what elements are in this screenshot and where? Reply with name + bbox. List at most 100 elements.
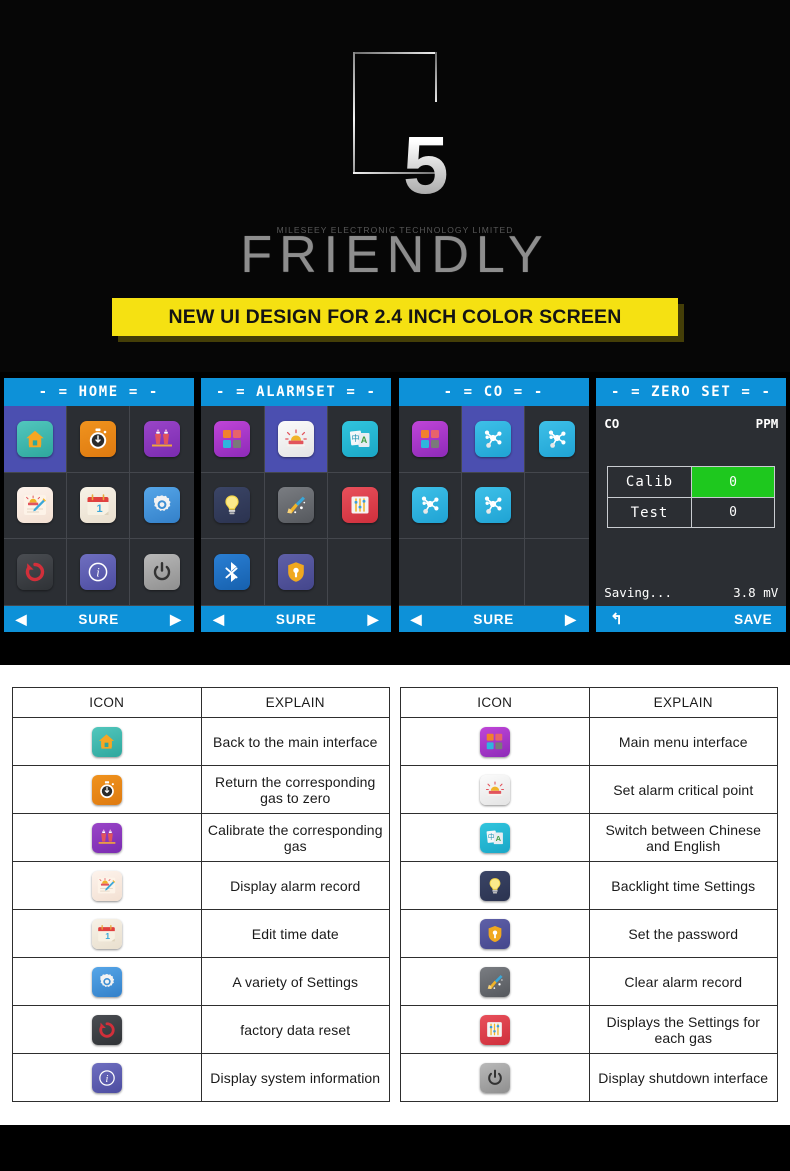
menu-cell-zero[interactable] (67, 406, 131, 473)
row-explain: Main menu interface (588, 717, 778, 766)
menu-cell-gas-4[interactable] (462, 472, 526, 540)
table-row: Displays the Settings for each gas (400, 1005, 778, 1054)
molecule-icon (475, 487, 512, 524)
row-icon-cell (400, 957, 590, 1006)
row-icon-cell (400, 909, 590, 958)
header-icon: ICON (12, 687, 202, 718)
back-icon[interactable]: ↰ (610, 612, 623, 627)
device-screens-row: - = HOME = - 1 i ◀ SURE ▶ - = ALARMSET =… (0, 378, 790, 638)
menu-cell-date[interactable]: 1 (67, 472, 131, 540)
svg-text:i: i (96, 566, 100, 580)
row-explain: Clear alarm record (588, 957, 778, 1006)
prev-button[interactable]: ◀ (16, 612, 28, 626)
menu-cell-backlight[interactable] (201, 472, 265, 540)
voltage-reading: 3.8 mV (733, 585, 779, 600)
next-button[interactable]: ▶ (565, 612, 577, 626)
backlight-icon (479, 870, 510, 901)
row-icon-cell (12, 1005, 202, 1054)
zero-set-body: CO PPM Calib 0 Test 0 Saving... 3.8 mV (596, 406, 787, 606)
calendar-icon: 1 (80, 487, 117, 524)
row-icon-cell (400, 1053, 590, 1102)
power-icon (144, 554, 181, 591)
home-icon (16, 420, 53, 457)
row-explain: Display shutdown interface (588, 1053, 778, 1102)
zero-timer-icon (91, 774, 122, 805)
row-icon-cell (12, 813, 202, 862)
language-icon: 中A (341, 420, 378, 457)
menu-cell-clean[interactable] (264, 472, 328, 540)
menu-cell-main-menu[interactable] (201, 406, 265, 473)
info-icon: i (91, 1062, 122, 1093)
table-row: i Display system information (12, 1053, 390, 1102)
gas-settings-icon (479, 1014, 510, 1045)
row-icon-cell: 中A (400, 813, 590, 862)
logo-number: 5 (403, 120, 449, 211)
menu-cell-settings[interactable] (130, 472, 194, 540)
menu-cell-empty (525, 472, 589, 540)
row-explain: Displays the Settings for each gas (588, 1005, 778, 1054)
menu-cell-alarm-record[interactable] (3, 472, 68, 540)
menu-cell-power[interactable] (130, 539, 194, 606)
gas-label: CO (604, 416, 620, 431)
prev-button[interactable]: ◀ (213, 612, 225, 626)
next-button[interactable]: ▶ (170, 612, 182, 626)
table-row: Back to the main interface (12, 717, 390, 766)
bluetooth-icon (214, 554, 251, 591)
promo-banner-text: NEW UI DESIGN FOR 2.4 INCH COLOR SCREEN (168, 305, 622, 328)
prev-button[interactable]: ◀ (411, 612, 423, 626)
menu-cell-alarm-set[interactable] (264, 406, 328, 473)
header-explain: EXPLAIN (200, 687, 390, 718)
backlight-icon (214, 487, 251, 524)
menu-cell-info[interactable]: i (67, 539, 131, 606)
molecule-icon (411, 487, 448, 524)
table-row[interactable]: Calib 0 (608, 467, 775, 497)
calib-label: Calib (608, 467, 692, 497)
save-button[interactable]: SAVE (734, 612, 772, 627)
factory-reset-icon (16, 554, 53, 591)
screen-footer-alarmset: ◀ SURE ▶ (201, 606, 392, 632)
screen-footer-co: ◀ SURE ▶ (398, 606, 589, 632)
screen-slot-co: - = CO = - ◀ SURE ▶ (395, 378, 593, 638)
sure-button[interactable]: SURE (27, 612, 170, 627)
calib-value[interactable]: 0 (691, 467, 775, 497)
headline-text: FRIENDLY (240, 226, 550, 284)
table-header-row: ICON EXPLAIN (12, 687, 390, 718)
menu-cell-reset[interactable] (3, 539, 68, 606)
menu-cell-gas-settings[interactable] (327, 472, 392, 540)
table-row: Main menu interface (400, 717, 778, 766)
menu-cell-calibrate[interactable] (130, 406, 194, 473)
icon-legend-table-right: ICON EXPLAIN Main menu interface Set ala… (400, 687, 778, 1102)
screen-body-co (398, 406, 589, 606)
menu-cell-gas-2[interactable] (525, 406, 589, 473)
alarm-record-icon (91, 870, 122, 901)
menu-cell-home[interactable] (3, 406, 68, 473)
menu-cell-language[interactable]: 中A (327, 406, 392, 473)
menu-cell-bluetooth[interactable] (201, 539, 265, 606)
headline: FRIENDLY (0, 225, 790, 285)
menu-cell-gas-1[interactable] (462, 406, 526, 473)
table-row: 1 Edit time date (12, 909, 390, 958)
screen-body-alarmset: 中A (201, 406, 392, 606)
svg-text:1: 1 (97, 503, 103, 515)
unit-label: PPM (755, 416, 779, 431)
main-menu-icon (411, 420, 448, 457)
language-icon: 中A (479, 822, 510, 853)
settings-gear-icon (91, 966, 122, 997)
test-value[interactable]: 0 (692, 498, 775, 527)
main-menu-icon (214, 420, 251, 457)
row-explain: Edit time date (200, 909, 390, 958)
menu-cell-gas-3[interactable] (398, 472, 463, 540)
sure-button[interactable]: SURE (422, 612, 565, 627)
sure-button[interactable]: SURE (225, 612, 368, 627)
password-icon (277, 554, 314, 591)
next-button[interactable]: ▶ (368, 612, 380, 626)
menu-cell-password[interactable] (264, 539, 328, 606)
table-row: Backlight time Settings (400, 861, 778, 910)
screen-title-home: - = HOME = - (3, 378, 194, 406)
row-icon-cell (12, 717, 202, 766)
menu-cell-main-menu[interactable] (398, 406, 463, 473)
zero-timer-icon (80, 420, 117, 457)
icon-legend-section: ICON EXPLAIN Back to the main interface (0, 665, 790, 1125)
hero-section: 5 MILESEEY ELECTRONIC TECHNOLOGY LIMITED… (0, 0, 790, 372)
table-row[interactable]: Test 0 (608, 497, 775, 527)
